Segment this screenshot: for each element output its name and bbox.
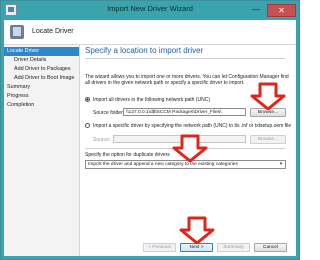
previous-button[interactable]: < Previous [143, 243, 176, 252]
sidebar-item-progress[interactable]: Progress [4, 92, 79, 101]
section-heading: Specify a location to import driver [85, 46, 204, 55]
summary-button[interactable]: Summary [217, 243, 250, 252]
import-specific-driver-radio[interactable] [85, 123, 90, 128]
sidebar-item-add-driver-to-packages[interactable]: Add Driver to Packages [4, 65, 79, 74]
annotation-arrow-next-icon [179, 216, 215, 244]
sidebar-item-locate-driver[interactable]: Locate Driver [4, 47, 79, 56]
page-header: Locate Driver [4, 20, 296, 45]
wizard-page-icon [10, 25, 24, 39]
heading-divider [85, 58, 285, 59]
wizard-window: Import New Driver Wizard — ✕ Locate Driv… [0, 0, 300, 260]
page-title: Locate Driver [32, 28, 74, 35]
wizard-main-panel: Specify a location to import driver The … [80, 45, 296, 256]
source-label: Source: [93, 137, 111, 143]
source-folder-field[interactable]: \\127.0.0.1\d$\SCCM Packages\Driver_File… [123, 108, 246, 116]
sidebar-item-completion[interactable]: Completion [4, 101, 79, 110]
next-button[interactable]: Next > [180, 243, 213, 252]
sidebar-item-driver-details[interactable]: Driver Details [4, 56, 79, 65]
cancel-button[interactable]: Cancel [254, 243, 287, 252]
browse-file-button[interactable]: Browse... [250, 135, 286, 144]
wizard-client-area: Locate Driver Locate Driver Driver Detai… [4, 20, 296, 256]
import-specific-driver-label: Import a specific driver by specifying t… [93, 123, 292, 129]
import-all-drivers-label: Import all drivers in the following netw… [93, 97, 210, 103]
sidebar-item-summary[interactable]: Summary [4, 83, 79, 92]
duplicate-drivers-selected: Import the driver and append a new categ… [88, 162, 238, 167]
annotation-arrow-duplicate-icon [172, 134, 208, 162]
close-button[interactable]: ✕ [267, 4, 296, 17]
wizard-steps-sidebar: Locate Driver Driver Details Add Driver … [4, 45, 80, 256]
duplicate-drivers-label: Specify the option for duplicate drivers [85, 152, 170, 158]
minimize-button[interactable]: — [247, 4, 265, 15]
source-folder-label: Source folder: [93, 110, 125, 116]
chevron-down-icon: ▾ [279, 161, 283, 167]
annotation-arrow-browse-icon [250, 82, 286, 110]
sidebar-item-add-driver-to-boot-image[interactable]: Add Driver to Boot Image [4, 74, 79, 83]
title-bar[interactable]: Import New Driver Wizard — ✕ [1, 1, 299, 20]
import-all-drivers-radio[interactable] [85, 97, 90, 102]
